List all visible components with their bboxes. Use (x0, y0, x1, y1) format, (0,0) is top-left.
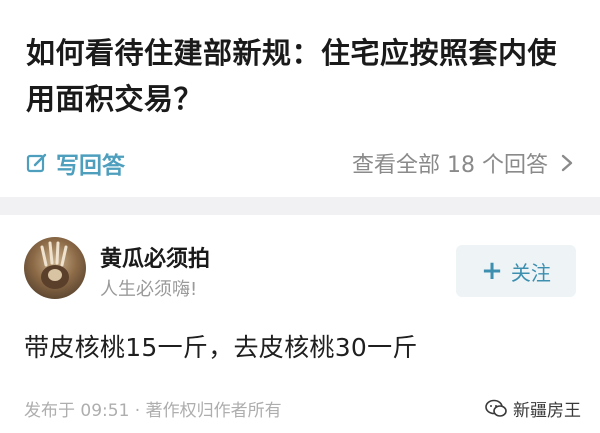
avatar[interactable] (24, 237, 86, 299)
follow-button[interactable]: + 关注 (456, 245, 576, 297)
answer-meta: 发布于 09:51 · 著作权归作者所有 (24, 401, 282, 421)
question-card: 如何看待住建部新规：住宅应按照套内使用面积交易？ 写回答 查看全部 18 个回答 (0, 0, 600, 195)
watermark-text: 新疆房王 (513, 401, 581, 421)
chevron-right-icon (560, 153, 574, 173)
write-answer-label: 写回答 (56, 153, 125, 179)
answer-content[interactable]: 带皮核桃15一斤，去皮核桃30一斤 (24, 328, 418, 364)
watermark: 新疆房王 (485, 396, 581, 421)
screen: 如何看待住建部新规：住宅应按照套内使用面积交易？ 写回答 查看全部 18 个回答 (0, 0, 600, 433)
view-all-label: 查看全部 18 个回答 (352, 153, 548, 178)
section-divider (0, 197, 600, 215)
plus-icon: + (481, 256, 503, 286)
write-answer-button[interactable]: 写回答 (26, 146, 125, 180)
follow-label: 关注 (510, 260, 551, 285)
edit-icon (26, 152, 48, 174)
wechat-icon (485, 399, 507, 419)
view-all-answers-link[interactable]: 查看全部 18 个回答 (352, 147, 574, 179)
question-actions: 写回答 查看全部 18 个回答 (26, 145, 574, 181)
question-title[interactable]: 如何看待住建部新规：住宅应按照套内使用面积交易？ (26, 30, 586, 122)
author-name[interactable]: 黄瓜必须拍 (100, 241, 210, 273)
author-bio: 人生必须嗨! (100, 279, 198, 300)
